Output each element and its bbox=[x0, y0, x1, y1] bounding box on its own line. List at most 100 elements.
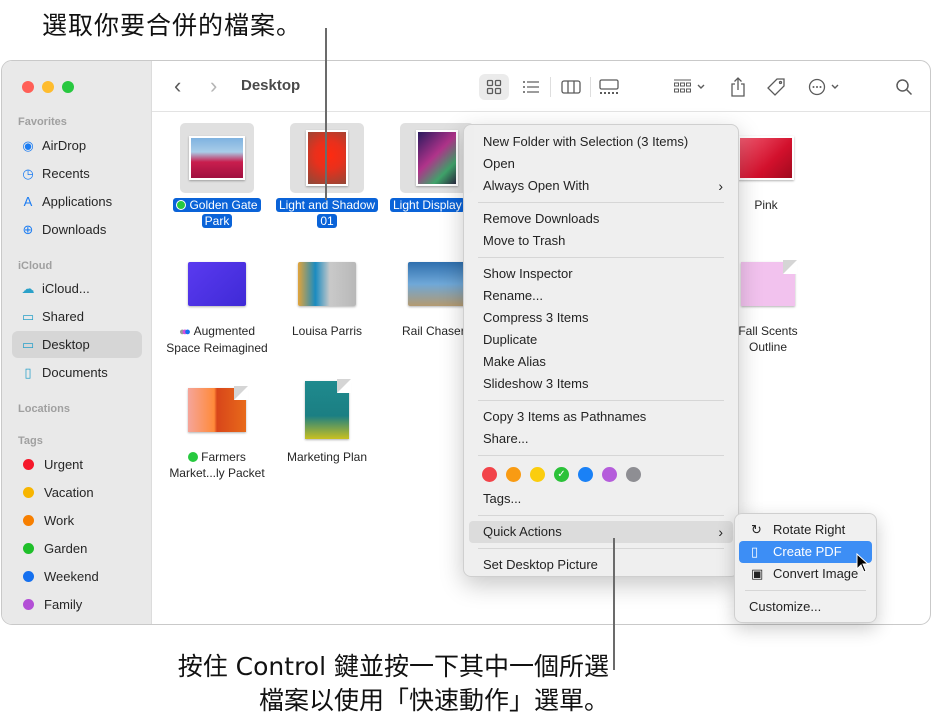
submenu-item-convert-image[interactable]: ▣ Convert Image bbox=[739, 563, 872, 585]
file-thumbnail-frame bbox=[180, 249, 254, 319]
back-button[interactable]: ‹ bbox=[174, 73, 181, 99]
submenu-item-customize[interactable]: Customize... bbox=[739, 596, 872, 618]
share-button[interactable] bbox=[723, 74, 753, 100]
sidebar-section-tags: Tags bbox=[18, 435, 43, 447]
icon-view-button[interactable] bbox=[479, 74, 509, 100]
sidebar-item-shared[interactable]: ▭ Shared bbox=[12, 303, 142, 330]
image-thumbnail bbox=[416, 130, 458, 186]
callout-top: 選取你要合併的檔案。 bbox=[42, 11, 303, 40]
sidebar-tag-urgent[interactable]: Urgent bbox=[12, 451, 142, 478]
gallery-view-button[interactable] bbox=[594, 74, 624, 100]
column-view-button[interactable] bbox=[556, 74, 586, 100]
sidebar-item-documents[interactable]: ▯ Documents bbox=[12, 359, 142, 386]
sidebar-item-label: Work bbox=[44, 513, 75, 528]
applications-icon: A bbox=[23, 194, 33, 209]
file-louisa-parris[interactable]: Louisa Parris bbox=[272, 249, 382, 339]
menu-item-remove-downloads[interactable]: Remove Downloads bbox=[469, 208, 733, 230]
file-label: Light and Shadow 01 bbox=[272, 197, 382, 229]
clock-icon: ◷ bbox=[22, 165, 34, 181]
sidebar-item-label: Downloads bbox=[42, 222, 107, 237]
tag-color-yellow[interactable] bbox=[530, 467, 545, 482]
sidebar-item-label: Vacation bbox=[44, 485, 94, 500]
menu-item-move-to-trash[interactable]: Move to Trash bbox=[469, 230, 733, 252]
checkmark-icon: ✓ bbox=[557, 469, 566, 480]
file-thumbnail-frame bbox=[180, 123, 254, 193]
more-actions-button[interactable] bbox=[804, 74, 846, 100]
file-farmers-market-packet[interactable]: Farmers Market...ly Packet bbox=[162, 375, 272, 481]
image-thumbnail bbox=[738, 136, 794, 180]
list-view-button[interactable] bbox=[516, 74, 546, 100]
sidebar-tag-work[interactable]: Work bbox=[12, 507, 142, 534]
tag-dot-green bbox=[188, 452, 199, 462]
zoom-button[interactable] bbox=[62, 81, 74, 93]
menu-item-rename[interactable]: Rename... bbox=[469, 285, 733, 307]
menu-separator bbox=[478, 455, 724, 456]
menu-item-compress[interactable]: Compress 3 Items bbox=[469, 307, 733, 329]
menu-item-copy-pathnames[interactable]: Copy 3 Items as Pathnames bbox=[469, 406, 733, 428]
search-button[interactable] bbox=[889, 74, 919, 100]
menu-item-duplicate[interactable]: Duplicate bbox=[469, 329, 733, 351]
photos-icon: ▣ bbox=[751, 566, 764, 581]
presentation-thumbnail bbox=[188, 262, 246, 306]
toolbar: ‹ › Desktop bbox=[152, 61, 930, 112]
file-thumbnail-frame bbox=[180, 375, 254, 445]
menu-separator bbox=[745, 590, 866, 591]
presentation-thumbnail bbox=[408, 262, 466, 306]
document-icon: ▯ bbox=[24, 364, 32, 380]
file-light-and-shadow-01[interactable]: Light and Shadow 01 bbox=[272, 123, 382, 229]
tag-button[interactable] bbox=[761, 74, 791, 100]
sidebar-item-label: AirDrop bbox=[42, 138, 87, 153]
tag-color-dot bbox=[23, 543, 34, 554]
menu-item-open[interactable]: Open bbox=[469, 153, 733, 175]
tag-color-gray[interactable] bbox=[626, 467, 641, 482]
minimize-button[interactable] bbox=[42, 81, 54, 93]
menu-item-make-alias[interactable]: Make Alias bbox=[469, 351, 733, 373]
sidebar-item-airdrop[interactable]: ◉ AirDrop bbox=[12, 132, 142, 159]
group-icon bbox=[674, 79, 705, 93]
menu-item-new-folder-with-selection[interactable]: New Folder with Selection (3 Items) bbox=[469, 131, 733, 153]
tag-color-purple[interactable] bbox=[602, 467, 617, 482]
submenu-item-create-pdf[interactable]: ▯ Create PDF bbox=[739, 541, 872, 563]
leader-line-top bbox=[325, 28, 327, 200]
toolbar-divider bbox=[590, 77, 591, 97]
cloud-icon: ☁ bbox=[21, 280, 35, 296]
close-button[interactable] bbox=[22, 81, 34, 93]
forward-button[interactable]: › bbox=[210, 73, 217, 99]
tag-color-green[interactable]: ✓ bbox=[554, 467, 569, 482]
file-golden-gate-park[interactable]: Golden Gate Park bbox=[162, 123, 272, 229]
sidebar-item-downloads[interactable]: ⊕ Downloads bbox=[12, 216, 142, 243]
menu-item-quick-actions[interactable]: Quick Actions › bbox=[469, 521, 733, 543]
chevron-right-icon: › bbox=[718, 524, 723, 540]
menu-item-tags[interactable]: Tags... bbox=[469, 488, 733, 510]
submenu-item-rotate-right[interactable]: ↻ Rotate Right bbox=[739, 519, 872, 541]
presentation-thumbnail bbox=[298, 262, 356, 306]
file-label: Marketing Plan bbox=[286, 450, 368, 464]
sidebar-item-label: Documents bbox=[42, 365, 108, 380]
menu-tag-colors: ✓ bbox=[464, 461, 738, 488]
list-icon bbox=[523, 81, 539, 93]
menu-item-show-inspector[interactable]: Show Inspector bbox=[469, 263, 733, 285]
menu-item-always-open-with[interactable]: Always Open With › bbox=[469, 175, 733, 197]
submenu-item-label: Create PDF bbox=[773, 544, 842, 559]
sidebar-item-icloud-drive[interactable]: ☁ iCloud... bbox=[12, 275, 142, 302]
file-thumbnail-frame bbox=[290, 123, 364, 193]
sidebar-tag-weekend[interactable]: Weekend bbox=[12, 563, 142, 590]
file-augmented-space-reimagined[interactable]: ●●● Augmented Space Reimagined bbox=[162, 249, 272, 356]
sidebar-item-desktop[interactable]: ▭ Desktop bbox=[12, 331, 142, 358]
group-by-button[interactable] bbox=[668, 74, 712, 100]
sidebar-tag-family[interactable]: Family bbox=[12, 591, 142, 618]
sidebar-item-recents[interactable]: ◷ Recents bbox=[12, 160, 142, 187]
tag-color-blue[interactable] bbox=[578, 467, 593, 482]
tag-color-orange[interactable] bbox=[506, 467, 521, 482]
menu-item-set-desktop-picture[interactable]: Set Desktop Picture bbox=[469, 554, 733, 576]
menu-item-slideshow[interactable]: Slideshow 3 Items bbox=[469, 373, 733, 395]
menu-separator bbox=[478, 548, 724, 549]
sidebar-item-applications[interactable]: A Applications bbox=[12, 188, 142, 215]
callout-bottom-line2: 檔案以使用「快速動作」選單。 bbox=[258, 686, 609, 715]
tag-color-red[interactable] bbox=[482, 467, 497, 482]
sidebar-tag-garden[interactable]: Garden bbox=[12, 535, 142, 562]
file-marketing-plan[interactable]: Marketing Plan bbox=[272, 375, 382, 465]
sidebar-tag-vacation[interactable]: Vacation bbox=[12, 479, 142, 506]
menu-item-share[interactable]: Share... bbox=[469, 428, 733, 450]
sidebar-section-icloud: iCloud bbox=[18, 260, 53, 272]
